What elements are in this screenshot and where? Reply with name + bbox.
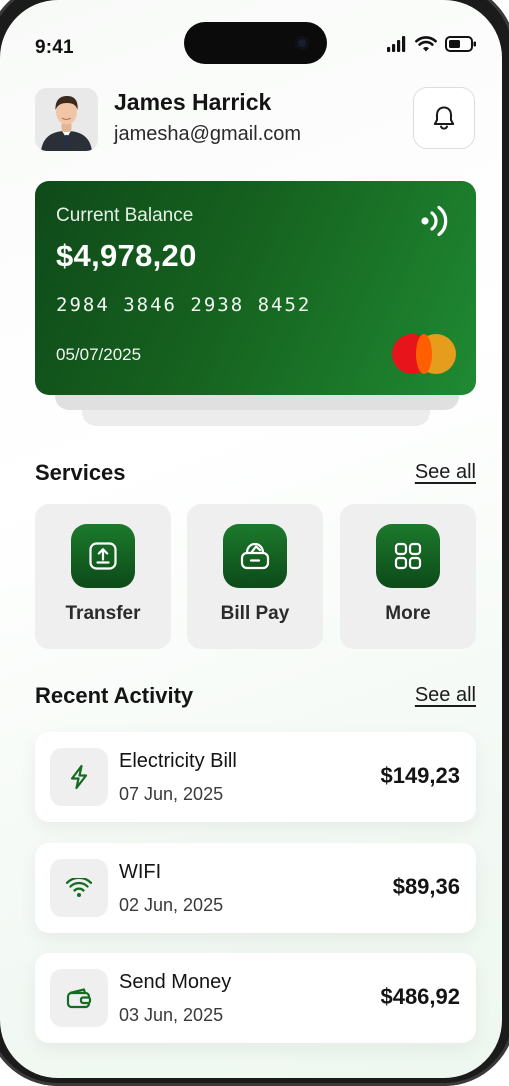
service-label: More xyxy=(385,603,431,624)
mastercard-overlap xyxy=(416,334,432,374)
activity-amount: $486,92 xyxy=(380,984,460,1009)
activity-amount: $89,36 xyxy=(392,874,460,899)
service-icon-tile xyxy=(376,524,440,588)
battery-icon xyxy=(445,36,476,52)
activity-date: 07 Jun, 2025 xyxy=(119,784,224,804)
balance-card[interactable]: Current Balance $4,978,20 2984 3846 2938… xyxy=(35,181,476,395)
card-expiry: 05/07/2025 xyxy=(56,345,142,364)
upload-icon xyxy=(89,542,117,570)
signal-icon xyxy=(387,36,406,52)
profile-photo xyxy=(35,88,98,151)
activity-item-electricity[interactable]: Electricity Bill 07 Jun, 2025 $149,23 xyxy=(35,732,476,822)
service-bill-pay[interactable]: Bill Pay xyxy=(187,504,323,649)
user-name: James Harrick xyxy=(114,89,272,115)
activity-icon-tile xyxy=(50,748,108,806)
activity-see-all-link[interactable]: See all xyxy=(415,684,476,707)
wallet-icon xyxy=(66,988,92,1009)
status-bar: 9:41 xyxy=(0,0,502,90)
card-number: 2984 3846 2938 8452 xyxy=(56,294,312,316)
bell-icon xyxy=(433,106,455,130)
service-label: Bill Pay xyxy=(220,603,290,624)
service-label: Transfer xyxy=(65,603,141,624)
camera-icon xyxy=(295,36,309,50)
dynamic-island xyxy=(184,22,327,64)
service-more[interactable]: More xyxy=(340,504,476,649)
status-time: 9:41 xyxy=(35,37,74,58)
lightning-icon xyxy=(70,764,88,790)
activity-date: 02 Jun, 2025 xyxy=(119,895,224,915)
activity-icon-tile xyxy=(50,969,108,1027)
wallet-icon xyxy=(240,542,270,570)
activity-title: Send Money xyxy=(119,971,232,993)
contactless-icon xyxy=(421,205,448,237)
grid-icon xyxy=(394,542,422,570)
balance-amount: $4,978,20 xyxy=(56,238,197,273)
activity-icon-tile xyxy=(50,859,108,917)
recent-activity-title: Recent Activity xyxy=(35,683,194,708)
user-email: jamesha@gmail.com xyxy=(114,123,302,145)
activity-title: WIFI xyxy=(119,861,162,883)
activity-date: 03 Jun, 2025 xyxy=(119,1005,224,1025)
notification-button[interactable] xyxy=(413,87,475,149)
activity-item-send-money[interactable]: Send Money 03 Jun, 2025 $486,92 xyxy=(35,953,476,1043)
avatar[interactable] xyxy=(35,88,98,151)
service-transfer[interactable]: Transfer xyxy=(35,504,171,649)
wifi-status-icon xyxy=(415,36,437,52)
app-screen: 9:41 James Harrick jamesha@gmail.com Cur… xyxy=(0,0,502,1078)
balance-label: Current Balance xyxy=(56,205,194,226)
services-see-all-link[interactable]: See all xyxy=(415,461,476,484)
service-icon-tile xyxy=(71,524,135,588)
activity-title: Electricity Bill xyxy=(119,750,237,772)
services-title: Services xyxy=(35,460,126,485)
mastercard-logo xyxy=(392,334,456,374)
activity-amount: $149,23 xyxy=(380,763,460,788)
status-icons xyxy=(387,36,477,52)
wifi-icon xyxy=(66,878,92,897)
activity-item-wifi[interactable]: WIFI 02 Jun, 2025 $89,36 xyxy=(35,843,476,933)
service-icon-tile xyxy=(223,524,287,588)
